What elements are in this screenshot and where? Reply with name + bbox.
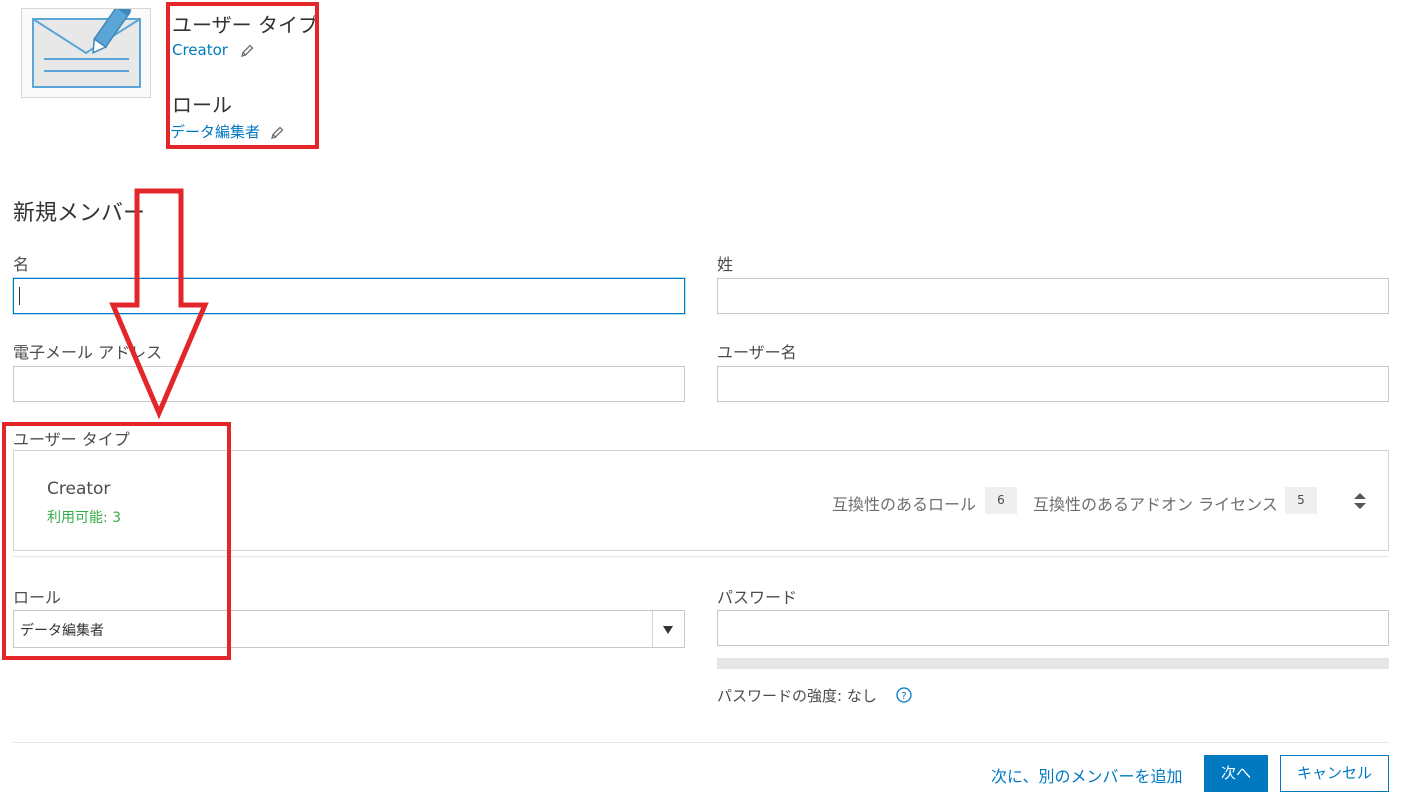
compatible-addons-label: 互換性のあるアドオン ライセンス bbox=[1033, 495, 1278, 514]
text-cursor bbox=[19, 287, 20, 305]
compatible-roles-label: 互換性のあるロール bbox=[832, 495, 977, 514]
first-name-input[interactable] bbox=[13, 278, 685, 314]
section-title: 新規メンバー bbox=[13, 201, 146, 226]
email-input[interactable] bbox=[13, 366, 685, 402]
member-avatar bbox=[21, 2, 151, 98]
envelope-pencil-icon bbox=[32, 2, 141, 88]
password-strength-text: パスワードの強度: なし bbox=[717, 687, 877, 705]
email-label: 電子メール アドレス bbox=[13, 343, 163, 362]
first-name-label: 名 bbox=[13, 255, 30, 274]
username-label: ユーザー名 bbox=[717, 343, 797, 362]
triangle-down-icon[interactable] bbox=[662, 625, 674, 635]
help-circle-icon[interactable]: ? bbox=[896, 687, 912, 703]
compatible-roles-count: 6 bbox=[985, 487, 1017, 514]
cancel-button[interactable]: キャンセル bbox=[1280, 755, 1389, 792]
sort-arrows-icon[interactable] bbox=[1352, 491, 1368, 511]
username-input[interactable] bbox=[717, 366, 1389, 402]
password-strength-bar bbox=[717, 658, 1389, 669]
annotation-box-form bbox=[2, 422, 231, 660]
last-name-input[interactable] bbox=[717, 278, 1389, 314]
role-select-divider bbox=[652, 611, 653, 647]
annotation-box-summary bbox=[166, 2, 319, 149]
footer-divider bbox=[13, 742, 1389, 743]
compatible-addons-count: 5 bbox=[1285, 487, 1317, 514]
password-input[interactable] bbox=[717, 610, 1389, 646]
svg-text:?: ? bbox=[901, 691, 906, 702]
last-name-label: 姓 bbox=[717, 255, 734, 274]
next-button[interactable]: 次へ bbox=[1204, 755, 1268, 792]
password-label: パスワード bbox=[717, 588, 798, 607]
next-add-another-link[interactable]: 次に、別のメンバーを追加 bbox=[991, 763, 1183, 787]
